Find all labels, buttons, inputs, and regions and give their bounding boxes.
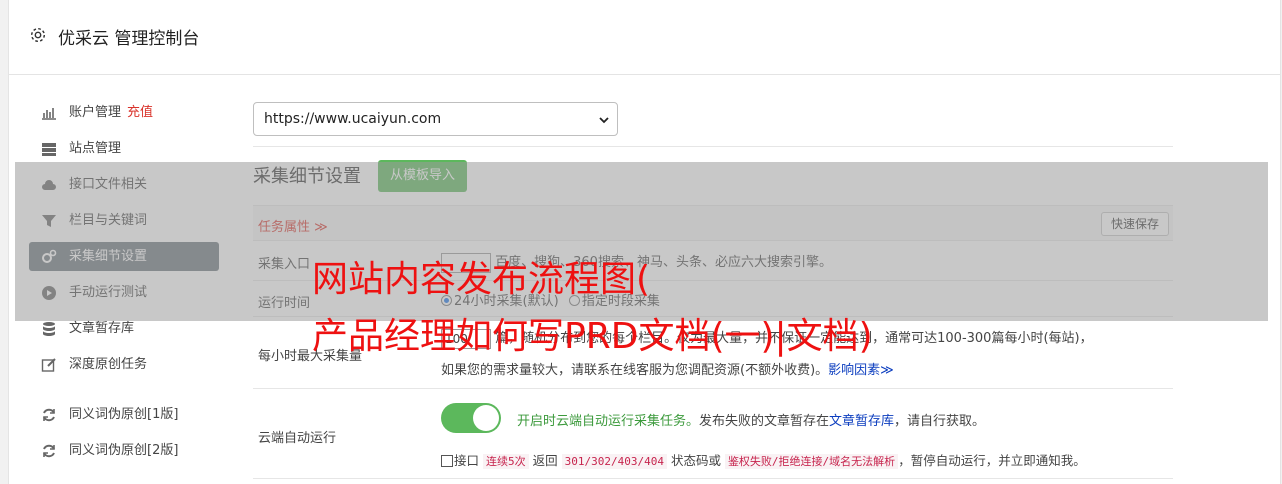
sidebar-item-label: 账户管理: [69, 105, 122, 120]
sidebar-item-label: 同义词伪原创[2版]: [69, 443, 179, 458]
site-select-value: https://www.ucaiyun.com: [264, 111, 442, 127]
divider: [253, 146, 1173, 147]
sidebar-item-label: 站点管理: [69, 141, 122, 156]
filter-icon: [42, 215, 56, 227]
chevron-down-icon: ≫: [880, 363, 894, 378]
page-title: 优采云 管理控制台: [58, 29, 200, 49]
refresh-icon: [43, 444, 55, 458]
sidebar-item-label: 文章暂存库: [69, 321, 135, 336]
sidebar-item-synonym-v1[interactable]: 同义词伪原创[1版]: [29, 400, 219, 429]
sidebar-item-label: 同义词伪原创[1版]: [69, 407, 179, 422]
sidebar-item-label: 深度原创任务: [69, 357, 148, 372]
recharge-link[interactable]: 充值: [127, 105, 153, 120]
sidebar-item-interface-files[interactable]: 接口文件相关: [29, 170, 219, 199]
watermark-line2: 产品经理如何写PRD文档(一)|文档): [312, 316, 873, 357]
run-time-label: 运行时间: [258, 296, 311, 311]
cogs-icon: [42, 249, 57, 263]
sidebar-item-article-storage[interactable]: 文章暂存库: [29, 314, 219, 343]
sidebar-item-deep-original[interactable]: 深度原创任务: [29, 350, 219, 379]
sidebar-item-synonym-v2[interactable]: 同义词伪原创[2版]: [29, 436, 219, 465]
bar-chart-icon: [42, 108, 56, 120]
page-header: 优采云 管理控制台: [9, 0, 1280, 75]
max-per-hour-line2: 如果您的需求量较大，请联系在线客服为您调配资源(不额外收费)。影响因素≫: [441, 363, 894, 378]
watermark-line1: 网站内容发布流程图(: [312, 259, 651, 300]
gear-icon: [30, 27, 46, 43]
entry-label: 采集入口: [258, 257, 311, 272]
play-circle-icon: [42, 286, 56, 300]
task-attributes-toggle[interactable]: 任务属性 ≫: [258, 216, 328, 235]
cloud-auto-run-label: 云端自动运行: [258, 431, 337, 446]
import-template-button[interactable]: 从模板导入: [378, 160, 468, 192]
sidebar-item-label: 栏目与关键词: [69, 213, 148, 228]
sidebar: 账户管理 充值 站点管理 接口文件相关 栏目与关键词 采集细节设置 手动运行测试 …: [29, 98, 219, 472]
refresh-icon: [43, 408, 55, 422]
cloud-upload-icon: [42, 180, 56, 190]
sidebar-item-label: 接口文件相关: [69, 177, 148, 192]
cloud-desc: 开启时云端自动运行采集任务。发布失败的文章暂存在文章暂存库，请自行获取。: [517, 414, 986, 429]
sidebar-item-manual-run[interactable]: 手动运行测试: [29, 278, 219, 307]
console-panel: 优采云 管理控制台 账户管理 充值 站点管理 接口文件相关 栏目与关键词 采集细节…: [8, 0, 1281, 484]
sidebar-item-columns-keywords[interactable]: 栏目与关键词: [29, 206, 219, 235]
sidebar-item-label: 采集细节设置: [69, 249, 148, 264]
toggle-knob: [473, 405, 499, 431]
server-icon: [42, 143, 56, 156]
article-storage-link[interactable]: 文章暂存库: [829, 414, 894, 429]
sidebar-item-sites[interactable]: 站点管理: [29, 134, 219, 163]
pause-on-error-line: 接口 连续5次 返回 301/302/403/404 状态码或 鉴权失败/拒绝连…: [441, 450, 1086, 469]
site-select[interactable]: https://www.ucaiyun.com: [253, 102, 618, 136]
database-icon: [43, 322, 55, 336]
edit-icon: [41, 358, 56, 372]
chevron-down-icon: [599, 117, 609, 124]
sidebar-item-label: 手动运行测试: [69, 285, 148, 300]
table-header: 任务属性 ≫ 快速保存: [253, 205, 1173, 241]
pause-on-error-checkbox[interactable]: [441, 455, 453, 467]
table-row: 云端自动运行 开启时云端自动运行采集任务。发布失败的文章暂存在文章暂存库，请自行…: [253, 389, 1173, 479]
influence-factors-link[interactable]: 影响因素: [828, 363, 880, 378]
section-title: 采集细节设置: [253, 166, 361, 187]
cloud-auto-run-toggle[interactable]: [441, 403, 501, 433]
quick-save-button[interactable]: 快速保存: [1100, 212, 1169, 236]
sidebar-item-collect-settings[interactable]: 采集细节设置: [29, 242, 219, 271]
sidebar-item-account[interactable]: 账户管理 充值: [29, 98, 219, 127]
